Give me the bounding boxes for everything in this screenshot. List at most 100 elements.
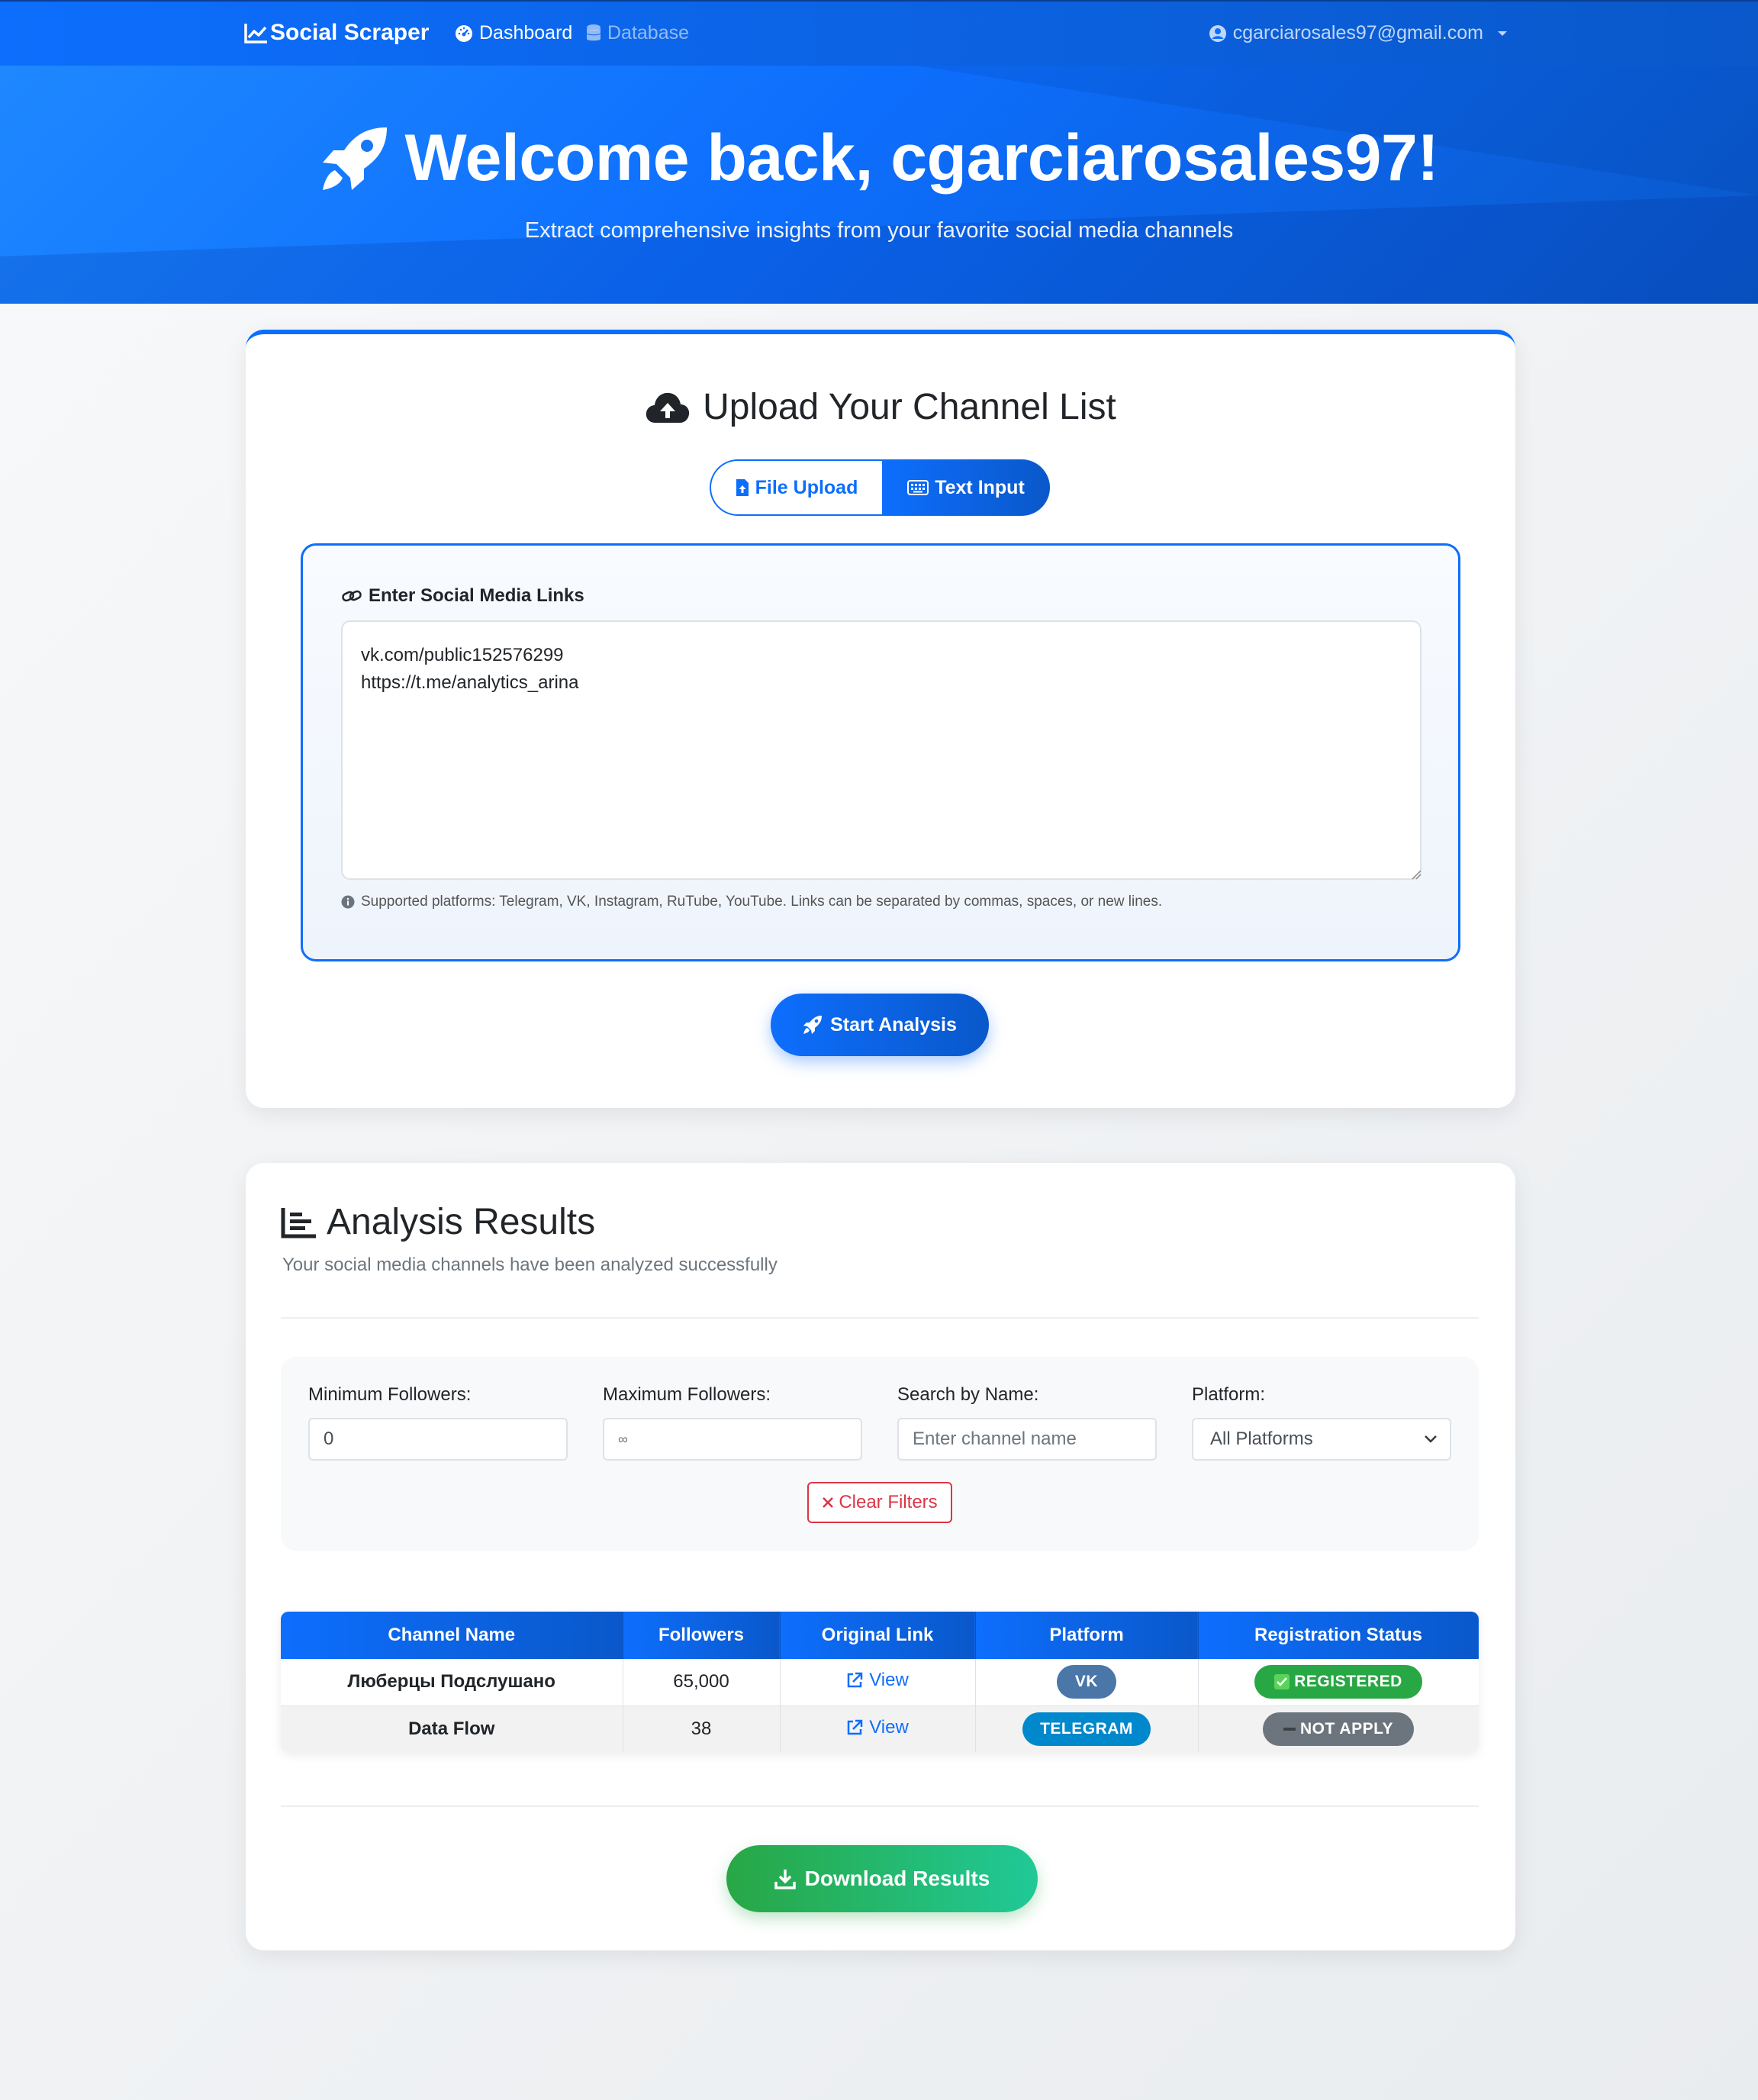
divider xyxy=(281,1317,1479,1319)
platform-badge: VK xyxy=(1057,1665,1116,1699)
min-followers-input[interactable]: 0 xyxy=(308,1418,568,1461)
chevron-down-icon xyxy=(1425,1435,1437,1443)
table-row: Люберцы Подслушано 65,000 View VK REGIST… xyxy=(281,1659,1479,1706)
file-upload-icon xyxy=(736,479,749,496)
tab-text-input-label: Text Input xyxy=(935,476,1025,498)
results-subtitle: Your social media channels have been ana… xyxy=(282,1255,778,1275)
platform-select-value: All Platforms xyxy=(1210,1428,1313,1449)
platform-select[interactable]: All Platforms xyxy=(1192,1418,1451,1461)
results-title-text: Analysis Results xyxy=(327,1202,596,1242)
nav-dashboard-label: Dashboard xyxy=(479,22,573,43)
results-title: Analysis Results xyxy=(281,1201,595,1243)
header-platform: Platform xyxy=(975,1612,1199,1659)
keyboard-icon xyxy=(907,480,929,495)
resize-handle-icon[interactable] xyxy=(1411,869,1422,880)
status-badge-label: REGISTERED xyxy=(1294,1673,1402,1691)
clear-filters-label: Clear Filters xyxy=(839,1492,938,1512)
external-link-icon xyxy=(847,1673,863,1688)
input-mode-tabs: File Upload Text Input xyxy=(710,459,1050,516)
brand-name: Social Scraper xyxy=(270,20,430,45)
links-label-text: Enter Social Media Links xyxy=(369,585,584,606)
results-table: Channel Name Followers Original Link Pla… xyxy=(281,1612,1479,1752)
search-name-label: Search by Name: xyxy=(897,1384,1039,1405)
links-textarea[interactable]: vk.com/public152576299 https://t.me/anal… xyxy=(341,620,1422,880)
table-header-row: Channel Name Followers Original Link Pla… xyxy=(281,1612,1479,1659)
view-link[interactable]: View xyxy=(846,1717,909,1738)
check-icon xyxy=(1274,1674,1290,1690)
link-cell: View xyxy=(780,1659,976,1706)
followers-cell: 65,000 xyxy=(623,1659,781,1706)
platform-cell: VK xyxy=(975,1659,1199,1706)
chart-bar-icon xyxy=(281,1207,316,1238)
table-row: Data Flow 38 View TELEGRAM NOT APPLY xyxy=(281,1705,1479,1752)
user-dropdown[interactable]: cgarciarosales97@gmail.com xyxy=(1209,22,1508,44)
divider xyxy=(281,1805,1479,1807)
user-circle-icon xyxy=(1209,24,1226,42)
upload-card: Upload Your Channel List File Upload Tex… xyxy=(246,330,1515,1108)
info-circle-icon xyxy=(341,895,355,909)
tab-file-upload-label: File Upload xyxy=(755,476,858,498)
status-badge: NOT APPLY xyxy=(1263,1712,1414,1746)
top-navbar: Social Scraper Dashboard Database cgarci… xyxy=(0,0,1758,66)
filter-min-followers: Minimum Followers: 0 xyxy=(308,1384,568,1461)
results-card: Analysis Results Your social media chann… xyxy=(246,1163,1515,1950)
external-link-icon xyxy=(847,1719,863,1734)
channel-name-cell: Люберцы Подслушано xyxy=(281,1659,623,1706)
header-channel-name: Channel Name xyxy=(281,1612,623,1659)
upload-title: Upload Your Channel List xyxy=(246,386,1515,428)
status-cell: REGISTERED xyxy=(1198,1659,1479,1706)
hero-banner: Welcome back, cgarciarosales97! Extract … xyxy=(0,66,1758,304)
clear-filters-button[interactable]: Clear Filters xyxy=(807,1482,952,1523)
brand-link[interactable]: Social Scraper xyxy=(244,20,429,46)
database-icon xyxy=(587,24,600,40)
download-results-button[interactable]: Download Results xyxy=(726,1845,1038,1912)
user-email: cgarciarosales97@gmail.com xyxy=(1232,22,1483,43)
platform-cell: TELEGRAM xyxy=(975,1705,1199,1752)
rocket-icon xyxy=(803,1016,823,1034)
status-cell: NOT APPLY xyxy=(1198,1705,1479,1752)
nav-database[interactable]: Database xyxy=(586,22,689,44)
view-link[interactable]: View xyxy=(846,1670,909,1691)
nav-database-label: Database xyxy=(607,22,690,43)
tab-text-input[interactable]: Text Input xyxy=(882,459,1050,516)
max-followers-input[interactable]: ∞ xyxy=(603,1418,862,1461)
header-followers: Followers xyxy=(623,1612,781,1659)
tab-file-upload[interactable]: File Upload xyxy=(710,459,882,516)
header-original-link: Original Link xyxy=(780,1612,976,1659)
platform-label: Platform: xyxy=(1192,1384,1266,1405)
channel-name-cell: Data Flow xyxy=(281,1705,623,1752)
cloud-upload-icon xyxy=(646,392,690,423)
start-analysis-label: Start Analysis xyxy=(830,1013,957,1036)
minus-icon xyxy=(1283,1727,1296,1731)
close-icon xyxy=(823,1497,834,1508)
help-text: Supported platforms: Telegram, VK, Insta… xyxy=(361,894,1163,910)
filter-platform: Platform: All Platforms xyxy=(1192,1384,1451,1461)
view-link-label: View xyxy=(869,1716,909,1738)
filter-max-followers: Maximum Followers: ∞ xyxy=(603,1384,862,1461)
chart-line-icon xyxy=(244,24,267,43)
supported-platforms-help: Supported platforms: Telegram, VK, Insta… xyxy=(341,894,1162,910)
text-input-panel: Enter Social Media Links vk.com/public15… xyxy=(301,543,1460,961)
links-label: Enter Social Media Links xyxy=(341,585,584,607)
followers-cell: 38 xyxy=(623,1705,781,1752)
nav-dashboard[interactable]: Dashboard xyxy=(455,22,572,44)
link-icon xyxy=(342,590,362,602)
link-cell: View xyxy=(780,1705,976,1752)
caret-down-icon xyxy=(1498,31,1507,36)
header-registration-status: Registration Status xyxy=(1198,1612,1479,1659)
rocket-icon xyxy=(322,127,387,190)
filters-panel: Minimum Followers: 0 Maximum Followers: … xyxy=(281,1357,1479,1551)
hero-subtitle: Extract comprehensive insights from your… xyxy=(524,218,1234,243)
platform-badge: TELEGRAM xyxy=(1022,1712,1151,1746)
view-link-label: View xyxy=(869,1670,909,1691)
search-name-input[interactable]: Enter channel name xyxy=(897,1418,1157,1461)
upload-title-text: Upload Your Channel List xyxy=(703,387,1116,427)
status-badge-label: NOT APPLY xyxy=(1300,1719,1393,1738)
hero-title-text: Welcome back, cgarciarosales97! xyxy=(404,121,1439,195)
download-results-label: Download Results xyxy=(804,1866,990,1890)
status-badge: REGISTERED xyxy=(1254,1665,1422,1699)
download-icon xyxy=(774,1870,796,1889)
start-analysis-button[interactable]: Start Analysis xyxy=(771,994,989,1056)
filter-search-name: Search by Name: Enter channel name xyxy=(897,1384,1157,1461)
max-followers-label: Maximum Followers: xyxy=(603,1384,771,1405)
